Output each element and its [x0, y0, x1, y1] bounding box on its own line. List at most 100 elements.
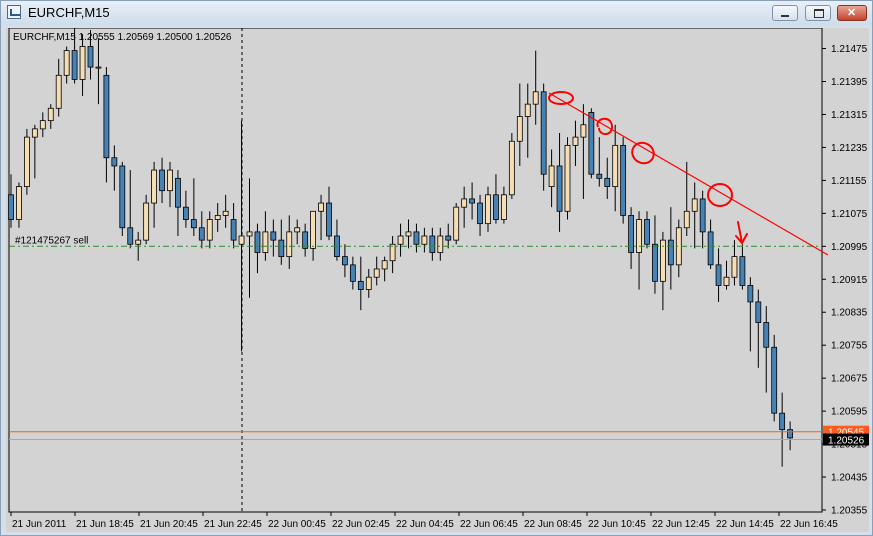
- bull-candle-body: [246, 231, 253, 237]
- time-axis: 21 Jun 2011 21 Jun 18:45 21 Jun 20:45 21 Ju…: [10, 512, 838, 530]
- bear-candle-body: [87, 46, 94, 68]
- price-tick-label: 1.20355: [831, 506, 868, 517]
- chart-info-label: EURCHF,M15 1.20555 1.20569 1.20500 1.205…: [13, 32, 232, 43]
- bear-candle-body: [357, 280, 364, 290]
- bull-candle-body: [691, 198, 698, 212]
- bull-candle-body: [79, 46, 86, 80]
- bull-candle-body: [143, 202, 150, 241]
- bear-candle-body: [445, 235, 452, 241]
- bear-candle-body: [699, 198, 706, 233]
- price-tick-label: 1.21315: [831, 110, 868, 121]
- bull-candle-body: [318, 202, 324, 212]
- bull-candle-body: [612, 144, 619, 187]
- bull-candle-body: [55, 74, 62, 109]
- price-tick-label: 1.20595: [831, 407, 868, 418]
- maximize-button[interactable]: [805, 5, 831, 21]
- bear-candle-body: [429, 235, 436, 253]
- bull-candle-body: [286, 231, 293, 258]
- bear-candle-body: [739, 256, 746, 286]
- bear-candle-body: [604, 177, 611, 187]
- bear-candle-body: [620, 144, 627, 216]
- bull-candle-body: [16, 186, 22, 220]
- window-title: EURCHF,M15: [28, 5, 110, 20]
- bear-candle-body: [111, 157, 118, 167]
- bull-candle-body: [564, 144, 571, 212]
- candles-layer: [8, 28, 793, 467]
- time-tick-label: 21 Jun 2011: [12, 519, 67, 530]
- bear-candle-body: [119, 165, 126, 229]
- time-tick-label: 22 Jun 16:45: [780, 519, 838, 530]
- time-tick-label: 22 Jun 12:45: [652, 519, 710, 530]
- bull-candle-body: [524, 103, 531, 117]
- bear-candle-body: [270, 231, 277, 241]
- bid-price-tag-label: 1.20526: [828, 436, 865, 447]
- bull-candle-body: [294, 227, 301, 233]
- price-tick-label: 1.21075: [831, 209, 868, 220]
- bear-candle-body: [469, 198, 476, 204]
- order-line-label: #121475267 sell: [15, 235, 88, 246]
- price-tick-label: 1.20995: [831, 242, 868, 253]
- time-tick-label: 21 Jun 18:45: [76, 519, 134, 530]
- annotation-circle: [596, 117, 613, 136]
- bull-candle-body: [516, 116, 523, 142]
- bear-candle-body: [413, 231, 420, 245]
- bull-candle-body: [508, 140, 515, 196]
- price-tick-label: 1.21155: [831, 176, 867, 187]
- bull-candle-body: [373, 268, 380, 278]
- bull-candle-body: [580, 124, 587, 138]
- bear-candle-body: [667, 239, 674, 266]
- price-chart[interactable]: EURCHF,M15 1.20555 1.20569 1.20500 1.205…: [6, 28, 869, 532]
- bull-candle-body: [485, 194, 491, 225]
- bear-candle-body: [556, 165, 563, 212]
- bull-candle-body: [572, 136, 579, 146]
- bear-candle-body: [628, 215, 634, 253]
- bull-candle-body: [453, 206, 460, 241]
- bear-candle-body: [278, 239, 285, 258]
- title-bar[interactable]: EURCHF,M15: [1, 1, 872, 25]
- bear-candle-body: [71, 50, 78, 80]
- time-tick-label: 22 Jun 00:45: [268, 519, 326, 530]
- bull-candle-body: [151, 169, 158, 204]
- bull-candle-body: [461, 198, 468, 208]
- bear-candle-body: [596, 173, 603, 179]
- bull-candle-body: [636, 219, 642, 253]
- bull-candle-body: [365, 276, 372, 290]
- bear-candle-body: [644, 219, 650, 245]
- bear-candle-body: [787, 429, 793, 439]
- bear-candle-body: [182, 206, 189, 220]
- bull-candle-body: [437, 235, 444, 253]
- bear-candle-body: [349, 264, 356, 282]
- bear-candle-body: [540, 91, 547, 175]
- price-tick-label: 1.21235: [831, 143, 868, 154]
- bear-candle-body: [493, 194, 499, 220]
- price-tick-label: 1.20435: [831, 473, 868, 484]
- chart-canvas[interactable]: EURCHF,M15 1.20555 1.20569 1.20500 1.205…: [6, 28, 869, 532]
- bull-candle-body: [238, 235, 245, 245]
- bull-candle-body: [39, 120, 46, 130]
- chart-window: EURCHF,M15 EURCHF,M15 1.20555 1.20569 1.…: [0, 0, 873, 536]
- time-tick-label: 22 Jun 02:45: [332, 519, 390, 530]
- bear-candle-body: [707, 231, 714, 266]
- price-tick-label: 1.20755: [831, 341, 868, 352]
- bear-candle-body: [652, 243, 658, 282]
- bull-candle-body: [683, 210, 690, 229]
- bear-candle-body: [8, 194, 14, 220]
- bear-candle-body: [190, 219, 197, 229]
- bull-candle-body: [47, 107, 54, 122]
- bull-candle-body: [532, 91, 539, 105]
- bear-candle-body: [771, 346, 778, 414]
- minimize-button[interactable]: [772, 5, 798, 21]
- bull-candle-body: [222, 210, 229, 216]
- bear-candle-body: [477, 202, 483, 225]
- time-tick-label: 22 Jun 04:45: [396, 519, 454, 530]
- price-tick-label: 1.20835: [831, 308, 868, 319]
- bull-candle-body: [214, 215, 221, 220]
- bear-candle-body: [230, 219, 237, 241]
- time-tick-label: 22 Jun 08:45: [524, 519, 582, 530]
- time-tick-label: 22 Jun 14:45: [716, 519, 774, 530]
- bull-candle-body: [310, 210, 317, 249]
- close-button[interactable]: [837, 5, 867, 21]
- chart-window-icon: [7, 5, 21, 19]
- annotation-circle: [631, 141, 655, 165]
- bull-candle-body: [397, 235, 404, 245]
